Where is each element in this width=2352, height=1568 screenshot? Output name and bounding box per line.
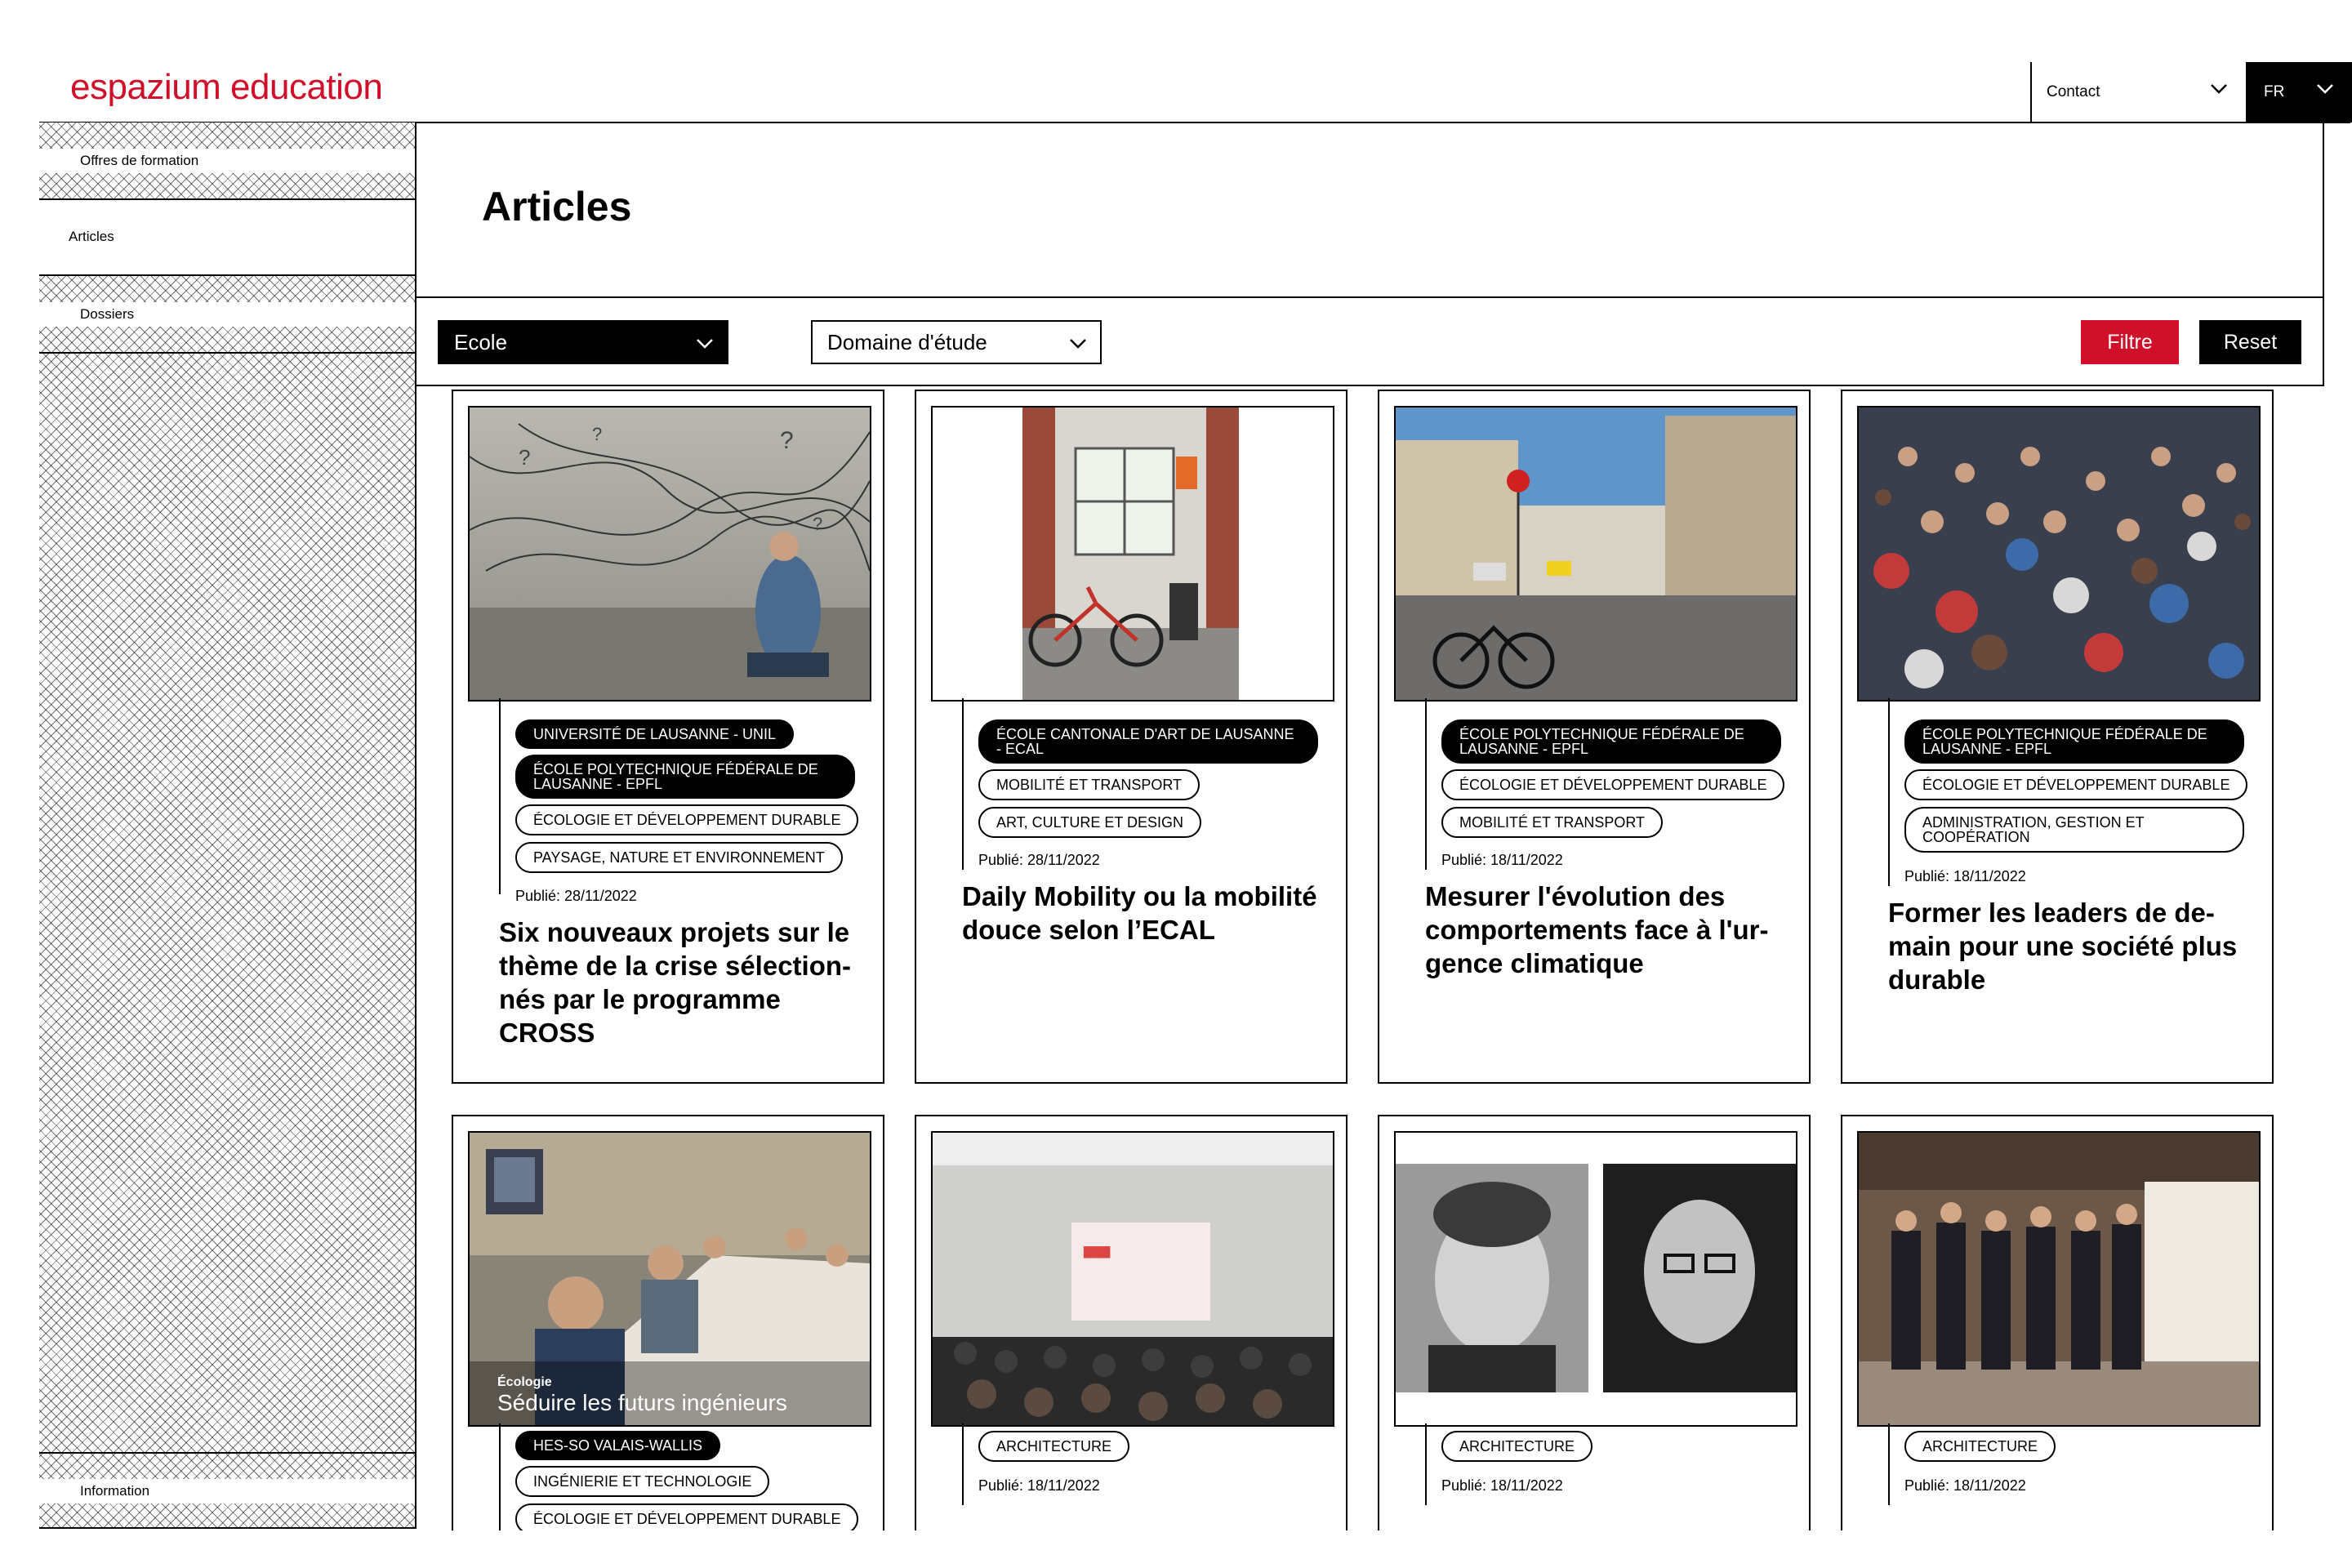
page-header [416,122,2324,298]
contact-label: Contact [2047,83,2100,100]
publish-date: Publié: 18/11/2022 [1904,868,2026,884]
tag-badge[interactable]: ÉCOLE POLYTECHNIQUE FÉDÉRALE DE LAUSANNE… [515,755,855,799]
article-card[interactable]: ARCHITECTURE Publié: 18/11/2022 [1378,1115,1811,1535]
page-title: Articles [482,184,632,229]
page-bottom-margin [0,1530,2352,1568]
card-accent-line [1425,1423,1427,1505]
language-dropdown[interactable]: FR [2246,62,2352,122]
tag-badge[interactable]: ARCHITECTURE [1904,1431,2056,1462]
sidebar-footer-label: Information [39,1479,431,1503]
tag-badge[interactable]: ÉCOLOGIE ET DÉVELOPPEMENT DURABLE [1441,769,1785,800]
article-card[interactable]: ARCHITECTURE Publié: 18/11/2022 [1841,1115,2274,1535]
tag-badge[interactable]: ÉCOLE CANTONALE D'ART DE LAUSANNE - ECAL [978,719,1318,764]
tag-badge[interactable]: ARCHITECTURE [1441,1431,1593,1462]
slide-text: ▇▇▇ [1083,1245,1111,1258]
svg-text:?: ? [780,427,794,454]
publish-date: Publié: 18/11/2022 [978,1477,1100,1494]
tag-badge[interactable]: ADMINISTRATION, GESTION ET COOPÉRATION [1904,807,2244,853]
article-image: ▇▇▇ [931,1131,1334,1427]
card-accent-line [1888,1423,1890,1505]
publish-date: Publié: 18/11/2022 [1904,1477,2026,1494]
article-card[interactable]: ÉCOLE POLYTECHNIQUE FÉDÉRALE DE LAUSANNE… [1378,390,1811,1084]
article-image: ? ? ? ? [468,406,871,702]
article-card[interactable]: ? ? ? ? UNIVERSITÉ DE LAUSANNE - UNIL ÉC… [452,390,884,1084]
school-select-value: Ecole [454,329,508,354]
article-image [1857,1131,2261,1427]
article-title[interactable]: Mesurer l'évolution des comportements fa… [1425,880,1793,980]
article-image: Écologie Séduire les futurs ingénieurs [468,1131,871,1427]
card-accent-line [1425,698,1427,870]
tag-badge[interactable]: ART, CULTURE ET DESIGN [978,807,1202,838]
reset-button[interactable]: Reset [2199,320,2301,364]
publish-date: Publié: 28/11/2022 [515,888,637,904]
filter-button[interactable]: Filtre [2081,320,2179,364]
chevron-down-icon [1070,339,1086,349]
tag-badge[interactable]: ÉCOLOGIE ET DÉVELOPPEMENT DURABLE [1904,769,2248,800]
article-image [1394,1131,1797,1427]
card-accent-line [499,698,501,894]
article-card[interactable]: Écologie Séduire les futurs ingénieurs H… [452,1115,884,1538]
chevron-down-icon [697,339,713,349]
sidebar-fill [39,354,416,1454]
svg-text:?: ? [519,445,530,470]
publish-date: Publié: 18/11/2022 [1441,852,1563,868]
article-image [1857,406,2261,702]
tag-badge[interactable]: MOBILITÉ ET TRANSPORT [1441,807,1664,838]
tag-badge[interactable]: UNIVERSITÉ DE LAUSANNE - UNIL [515,719,795,749]
svg-text:?: ? [592,424,602,444]
tag-badge[interactable]: ÉCOLE POLYTECHNIQUE FÉDÉRALE DE LAUSANNE… [1904,719,2244,764]
article-title[interactable]: Former les leaders de de-main pour une s… [1888,896,2256,996]
article-title[interactable]: Daily Mobility ou la mobilité douce selo… [962,880,1330,947]
domain-select-value: Domaine d'étude [827,329,987,354]
image-caption-small: Écologie [497,1374,552,1389]
article-title[interactable]: Six nouveaux projets sur le thème de la … [499,915,866,1049]
domain-select[interactable]: Domaine d'étude [811,320,1102,364]
sidebar-information[interactable]: Information [39,1454,431,1529]
sidebar-item-offres[interactable]: Offres de formation [39,122,431,200]
tag-badge[interactable]: HES-SO VALAIS-WALLIS [515,1431,721,1460]
tag-badge[interactable]: ÉCOLOGIE ET DÉVELOPPEMENT DURABLE [515,804,859,835]
card-accent-line [499,1423,501,1538]
sidebar-item-articles[interactable]: Articles [39,200,416,276]
school-select[interactable]: Ecole [438,320,728,364]
sidebar-item-label: Dossiers [39,302,431,327]
svg-text:?: ? [813,514,822,534]
chevron-down-icon [2211,84,2227,94]
sidebar-item-dossiers[interactable]: Dossiers [39,276,431,354]
article-image [931,406,1334,702]
tag-badge[interactable]: PAYSAGE, NATURE ET ENVIRONNEMENT [515,842,843,873]
publish-date: Publié: 28/11/2022 [978,852,1100,868]
chevron-down-icon [2317,84,2333,94]
tag-badge[interactable]: ÉCOLE POLYTECHNIQUE FÉDÉRALE DE LAUSANNE… [1441,719,1781,764]
publish-date: Publié: 18/11/2022 [1441,1477,1563,1494]
card-accent-line [962,1423,964,1505]
sidebar-item-label: Offres de formation [39,149,431,173]
article-card[interactable]: ÉCOLE POLYTECHNIQUE FÉDÉRALE DE LAUSANNE… [1841,390,2274,1084]
sidebar-item-label: Articles [69,229,114,244]
article-image [1394,406,1797,702]
article-card[interactable]: ÉCOLE CANTONALE D'ART DE LAUSANNE - ECAL… [915,390,1348,1084]
image-caption: Séduire les futurs ingénieurs [497,1390,787,1415]
tag-badge[interactable]: ARCHITECTURE [978,1431,1130,1462]
tag-badge[interactable]: INGÉNIERIE ET TECHNOLOGIE [515,1466,770,1497]
language-label: FR [2264,83,2285,100]
contact-dropdown[interactable]: Contact [2030,62,2246,122]
article-card[interactable]: ▇▇▇ ARCHITECTURE Publié: 18/11/2022 [915,1115,1348,1535]
tag-badge[interactable]: MOBILITÉ ET TRANSPORT [978,769,1200,800]
card-accent-line [1888,698,1890,886]
card-accent-line [962,698,964,870]
site-logo[interactable]: espazium education [70,67,383,108]
